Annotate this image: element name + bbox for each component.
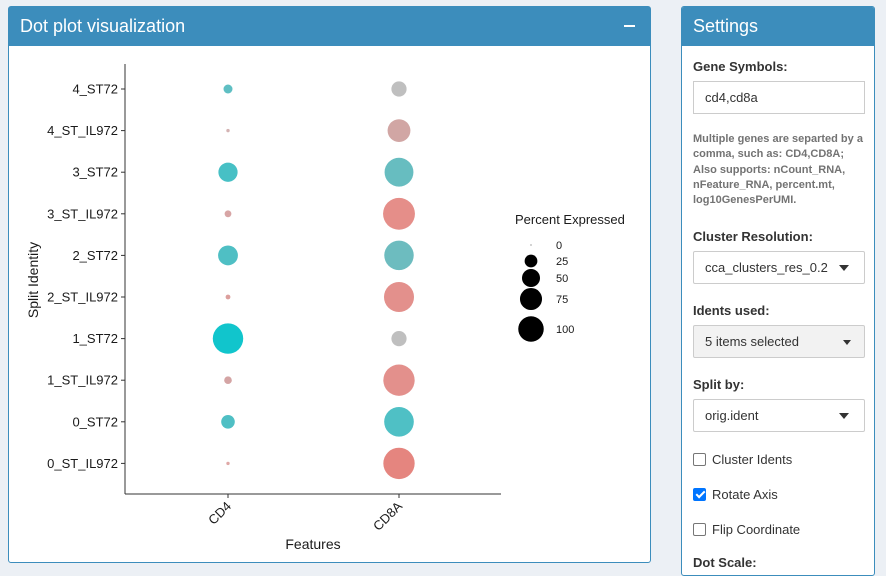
- y-tick-label: 1_ST72: [72, 331, 118, 346]
- cluster-idents-checkbox[interactable]: [693, 452, 706, 466]
- dot-mark: [223, 84, 233, 94]
- legend-label: 50: [556, 273, 568, 285]
- x-tick-label: CD8A: [370, 498, 405, 533]
- legend-label: 25: [556, 256, 568, 268]
- dot-mark: [391, 330, 407, 347]
- cluster-idents-checkbox-row[interactable]: Cluster Idents: [693, 450, 792, 468]
- idents-used-label: Idents used:: [693, 303, 770, 318]
- y-tick-label: 3_ST72: [72, 165, 118, 180]
- dot-scale-label: Dot Scale:: [693, 555, 757, 570]
- y-tick-label: 3_ST_IL972: [47, 206, 118, 221]
- legend-title: Percent Expressed: [515, 212, 625, 227]
- dot-mark: [218, 245, 238, 266]
- rotate-axis-checkbox-row[interactable]: Rotate Axis: [693, 485, 778, 503]
- flip-coordinate-label: Flip Coordinate: [712, 521, 801, 537]
- plot-panel-title: Dot plot visualization: [20, 16, 186, 36]
- y-tick-label: 4_ST_IL972: [47, 123, 118, 138]
- caret-down-icon: [839, 265, 849, 271]
- dot-plot-chart: 4_ST72 4_ST_IL972 3_ST72 3_ST_IL972 2_ST72 2_…: [25, 64, 625, 552]
- dot-mark: [226, 128, 230, 133]
- dot-plot-panel: Dot plot visualization 4_ST72 4_ST_IL972 3…: [8, 6, 651, 563]
- legend-label: 0: [556, 240, 562, 252]
- y-tick-label: 2_ST72: [72, 248, 118, 263]
- legend-dot: [519, 287, 543, 311]
- y-tick-label: 1_ST_IL972: [47, 373, 118, 388]
- dot-mark: [224, 376, 232, 385]
- minus-icon[interactable]: [622, 7, 638, 46]
- flip-coordinate-checkbox[interactable]: [693, 522, 706, 536]
- split-by-select[interactable]: orig.ident: [693, 399, 865, 432]
- dot-mark: [383, 447, 415, 480]
- y-tick-label: 0_ST72: [72, 414, 118, 429]
- dot-mark: [226, 461, 230, 466]
- split-by-label: Split by:: [693, 377, 745, 392]
- gene-symbols-input[interactable]: cd4,cd8a: [693, 81, 865, 114]
- dot-mark: [221, 415, 235, 429]
- dot-mark: [384, 406, 414, 437]
- y-tick-label: 4_ST72: [72, 82, 118, 97]
- x-tick-label: CD4: [205, 499, 234, 528]
- dot-mark: [384, 240, 414, 271]
- settings-header: Settings: [682, 7, 874, 46]
- settings-panel: Settings Gene Symbols: cd4,cd8a Multiple…: [681, 6, 875, 576]
- y-axis-title: Split Identity: [25, 242, 41, 318]
- legend-dot: [530, 244, 532, 246]
- plot-panel-header: Dot plot visualization: [9, 7, 650, 46]
- x-axis-title: Features: [285, 536, 340, 552]
- dot-mark: [383, 281, 415, 313]
- dot-mark: [384, 157, 414, 187]
- split-by-value: orig.ident: [705, 408, 759, 423]
- caret-down-icon: [839, 413, 849, 419]
- dot-mark: [224, 210, 232, 218]
- gene-symbols-help-text: Multiple genes are separted by a comma, …: [693, 133, 863, 207]
- idents-used-select[interactable]: 5 items selected: [693, 325, 865, 358]
- dot-mark: [212, 323, 244, 354]
- legend-dot: [524, 254, 538, 268]
- legend-dot: [521, 268, 541, 288]
- dot-mark: [387, 119, 411, 143]
- dot-mark: [391, 81, 407, 97]
- settings-title: Settings: [693, 16, 759, 36]
- rotate-axis-label: Rotate Axis: [712, 486, 778, 502]
- gene-symbols-label: Gene Symbols:: [693, 59, 788, 74]
- legend-dot: [518, 316, 544, 342]
- legend-label: 100: [556, 324, 574, 336]
- flip-coordinate-checkbox-row[interactable]: Flip Coordinate: [693, 520, 800, 538]
- y-tick-label: 0_ST_IL972: [47, 456, 118, 471]
- cluster-resolution-value: cca_clusters_res_0.2: [705, 260, 828, 275]
- dot-mark: [383, 364, 415, 396]
- legend-label: 75: [556, 294, 568, 306]
- y-tick-label: 2_ST_IL972: [47, 290, 118, 305]
- rotate-axis-checkbox[interactable]: [693, 487, 706, 501]
- idents-used-value: 5 items selected: [705, 334, 799, 349]
- cluster-resolution-label: Cluster Resolution:: [693, 229, 813, 244]
- caret-down-icon: [843, 340, 851, 345]
- cluster-resolution-select[interactable]: cca_clusters_res_0.2: [693, 251, 865, 284]
- dot-mark: [383, 197, 415, 230]
- cluster-idents-label: Cluster Idents: [712, 451, 793, 467]
- dot-mark: [218, 162, 238, 182]
- dot-mark: [225, 294, 231, 300]
